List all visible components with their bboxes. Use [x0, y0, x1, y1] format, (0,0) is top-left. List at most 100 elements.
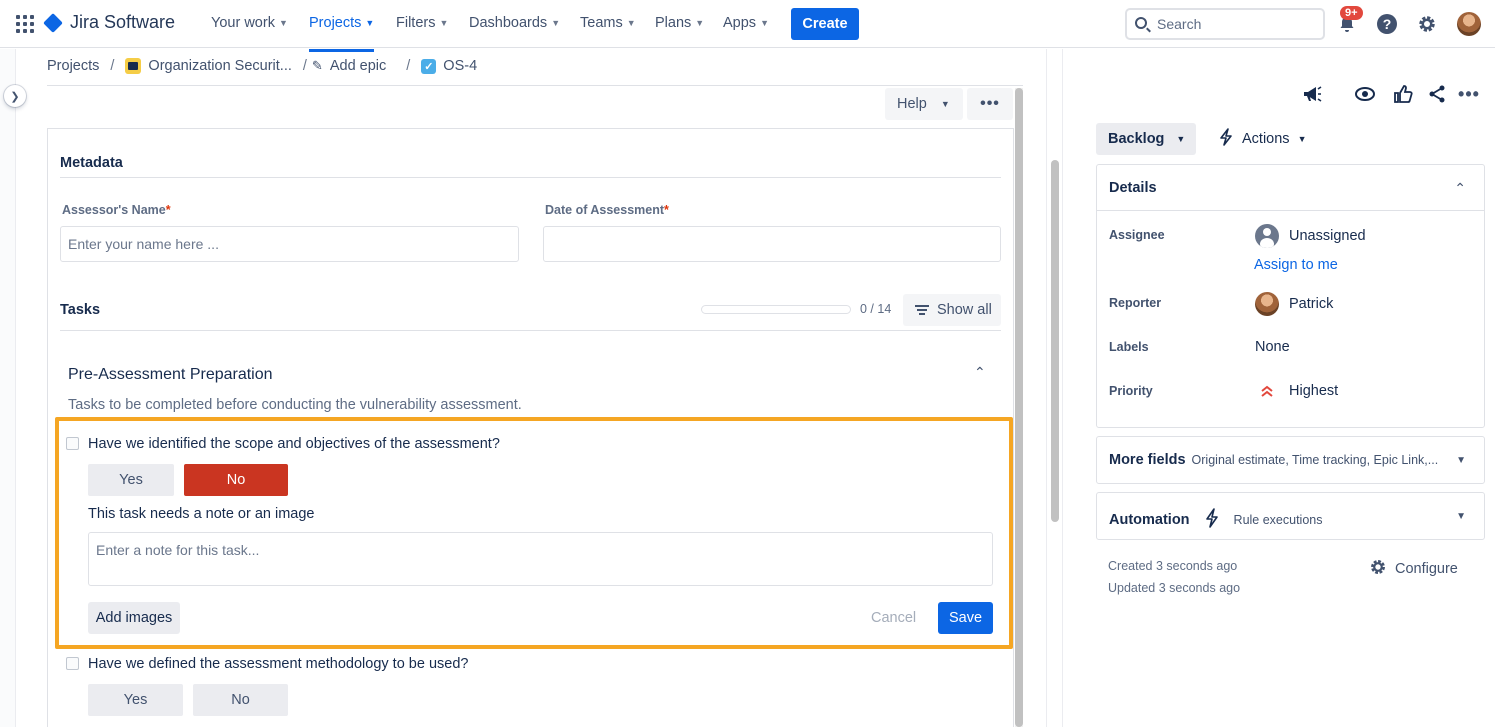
status-dropdown[interactable]: Backlog ▼ [1096, 123, 1196, 155]
help-label: Help [897, 96, 927, 112]
note-placeholder: Enter a note for this task... [96, 542, 260, 558]
nav-label: Plans [655, 15, 692, 31]
label-text: Date of Assessment [545, 203, 665, 217]
jira-diamond-icon [43, 12, 63, 33]
no-button-selected[interactable]: No [184, 464, 288, 496]
share-icon[interactable] [1425, 82, 1449, 106]
automation-title: Automation [1109, 512, 1190, 528]
automation-heading: Automation Rule executions [1109, 508, 1323, 532]
search-icon [1135, 17, 1147, 29]
avatar[interactable] [1457, 12, 1481, 36]
note-required-label: This task needs a note or an image [88, 506, 315, 522]
more-fields-panel[interactable]: More fields Original estimate, Time trac… [1096, 436, 1485, 484]
pane-divider [1062, 49, 1063, 727]
assign-to-me-link[interactable]: Assign to me [1254, 257, 1338, 273]
breadcrumb-issue[interactable]: ✓ OS-4 [421, 58, 477, 74]
more-fields-title: More fields [1109, 452, 1186, 468]
chevron-down-icon: ▼ [626, 18, 636, 28]
automation-summary: Rule executions [1233, 513, 1323, 527]
more-options-icon[interactable]: ••• [1457, 82, 1481, 106]
nav-your-work[interactable]: Your work ▼ [211, 15, 288, 31]
expand-sidebar-icon[interactable]: ❯ [4, 85, 26, 107]
thumbs-up-icon[interactable] [1391, 82, 1415, 106]
configure-button[interactable]: Configure [1369, 558, 1458, 580]
nav-label: Dashboards [469, 15, 548, 31]
chevron-up-icon[interactable]: ⌃ [1454, 180, 1466, 197]
create-button[interactable]: Create [791, 8, 859, 40]
gear-icon [1369, 558, 1387, 580]
labels-field[interactable]: None [1255, 339, 1290, 355]
more-fields-summary: Original estimate, Time tracking, Epic L… [1191, 453, 1439, 467]
nav-dashboards[interactable]: Dashboards ▼ [469, 15, 560, 31]
top-navigation: Jira Software Your work ▼ Projects ▼ Filte… [0, 0, 1495, 52]
actions-dropdown[interactable]: Actions ▼ [1210, 123, 1306, 155]
logo-text: Jira Software [70, 12, 176, 32]
breadcrumb-projects[interactable]: Projects [47, 58, 99, 74]
yes-button[interactable]: Yes [88, 684, 183, 716]
save-button[interactable]: Save [938, 602, 993, 634]
chevron-down-icon[interactable]: ▼ [1456, 455, 1466, 466]
breadcrumb-separator: / [110, 58, 115, 74]
scrollbar[interactable] [1051, 160, 1059, 522]
chevron-down-icon: ▼ [278, 18, 288, 28]
actions-label: Actions [1242, 131, 1290, 147]
priority-highest-icon [1255, 385, 1279, 397]
watch-eye-icon[interactable] [1353, 82, 1377, 106]
pencil-icon: ✎ [311, 58, 323, 73]
reporter-value: Patrick [1289, 296, 1334, 312]
show-all-button[interactable]: Show all [903, 294, 1001, 326]
required-mark: * [165, 203, 171, 217]
date-of-assessment-input[interactable] [543, 226, 1001, 262]
nav-label: Projects [309, 15, 362, 31]
assignee-field[interactable]: Unassigned [1255, 224, 1366, 248]
app-switcher-icon[interactable] [16, 15, 34, 33]
chevron-down-icon: ▼ [760, 18, 769, 28]
automation-panel[interactable]: Automation Rule executions ▼ [1096, 492, 1485, 540]
priority-value: Highest [1289, 383, 1339, 399]
help-icon[interactable]: ? [1375, 12, 1399, 36]
chevron-up-icon[interactable]: ⌃ [974, 364, 986, 381]
nav-label: Your work [211, 15, 275, 31]
task-group-description: Tasks to be completed before conducting … [68, 397, 522, 413]
help-button[interactable]: Help ▼ [885, 88, 963, 120]
gear-icon[interactable] [1415, 12, 1439, 36]
task-checkbox[interactable] [66, 437, 79, 450]
jira-logo[interactable]: Jira Software [43, 12, 176, 33]
no-button[interactable]: No [193, 684, 288, 716]
reporter-field[interactable]: Patrick [1255, 292, 1333, 316]
task-checkbox[interactable] [66, 657, 79, 670]
priority-field[interactable]: Highest [1255, 383, 1338, 399]
labels-label: Labels [1109, 340, 1149, 354]
task-question: Have we identified the scope and objecti… [88, 436, 500, 452]
chevron-down-icon[interactable]: ▼ [1456, 511, 1466, 522]
chevron-down-icon: ▼ [1297, 134, 1307, 144]
reporter-label: Reporter [1109, 296, 1162, 310]
breadcrumb-label: Projects [47, 58, 100, 74]
cancel-button[interactable]: Cancel [871, 610, 916, 626]
scrollbar[interactable] [1015, 88, 1023, 727]
assessor-name-input[interactable]: Enter your name here ... [60, 226, 519, 262]
chevron-down-icon: ▼ [940, 99, 950, 109]
nav-apps[interactable]: Apps ▼ [723, 15, 769, 31]
nav-label: Apps [723, 15, 757, 31]
search-input[interactable]: Search [1125, 8, 1325, 40]
nav-filters[interactable]: Filters ▼ [396, 15, 448, 31]
breadcrumb: Projects / Organization Securit... / ✎ A… [47, 58, 477, 74]
breadcrumb-project[interactable]: Organization Securit... [125, 58, 292, 74]
help-glyph: ? [1377, 14, 1397, 34]
label-text: Assessor's Name [62, 203, 166, 217]
add-images-button[interactable]: Add images [88, 602, 180, 634]
nav-projects[interactable]: Projects ▼ [309, 15, 375, 52]
note-textarea[interactable]: Enter a note for this task... [88, 532, 993, 586]
breadcrumb-separator: / [406, 58, 411, 74]
divider [60, 177, 1001, 178]
created-timestamp: Created 3 seconds ago [1108, 559, 1238, 573]
project-icon [125, 58, 142, 74]
nav-label: Teams [580, 15, 623, 31]
more-options-button[interactable]: ••• [967, 88, 1013, 120]
yes-button[interactable]: Yes [88, 464, 174, 496]
nav-plans[interactable]: Plans ▼ [655, 15, 704, 31]
breadcrumb-add-epic[interactable]: ✎ Add epic [312, 58, 386, 74]
nav-teams[interactable]: Teams ▼ [580, 15, 636, 31]
megaphone-icon[interactable] [1300, 82, 1324, 106]
